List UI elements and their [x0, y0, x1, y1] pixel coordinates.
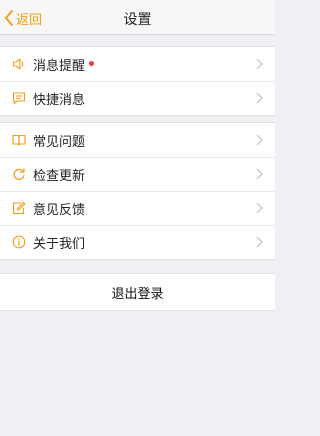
settings-item-check-update[interactable]: 检查更新 [0, 157, 275, 191]
chevron-right-icon [256, 236, 263, 248]
settings-item-quick-message[interactable]: 快捷消息 [0, 81, 275, 115]
chat-icon [12, 91, 26, 105]
logout-button[interactable]: 退出登录 [0, 273, 275, 311]
book-icon [12, 133, 26, 147]
navigation-bar: 返回 设置 [0, 0, 275, 35]
chevron-right-icon [256, 202, 263, 214]
info-icon [12, 235, 26, 249]
settings-item-about-us[interactable]: 关于我们 [0, 225, 275, 259]
notification-dot [89, 60, 95, 66]
refresh-icon [12, 167, 26, 181]
edit-icon [12, 201, 26, 215]
settings-group-1: 消息提醒 快捷消息 [0, 46, 275, 116]
chevron-right-icon [256, 58, 263, 70]
chevron-right-icon [256, 134, 263, 146]
settings-item-label: 关于我们 [33, 236, 86, 252]
settings-item-label: 常见问题 [33, 134, 86, 150]
chevron-right-icon [256, 92, 263, 104]
settings-item-label: 检查更新 [33, 168, 86, 184]
settings-item-label: 快捷消息 [33, 92, 86, 108]
settings-item-label: 意见反馈 [33, 202, 86, 218]
page-title: 设置 [123, 12, 152, 28]
chevron-right-icon [256, 168, 263, 180]
speaker-icon [12, 57, 26, 71]
settings-item-faq[interactable]: 常见问题 [0, 123, 275, 157]
settings-group-2: 常见问题 检查更新 意见反馈 关于我们 [0, 122, 275, 260]
settings-item-feedback[interactable]: 意见反馈 [0, 191, 275, 225]
settings-item-label: 消息提醒 [33, 58, 86, 74]
settings-item-message-alert[interactable]: 消息提醒 [0, 47, 275, 81]
